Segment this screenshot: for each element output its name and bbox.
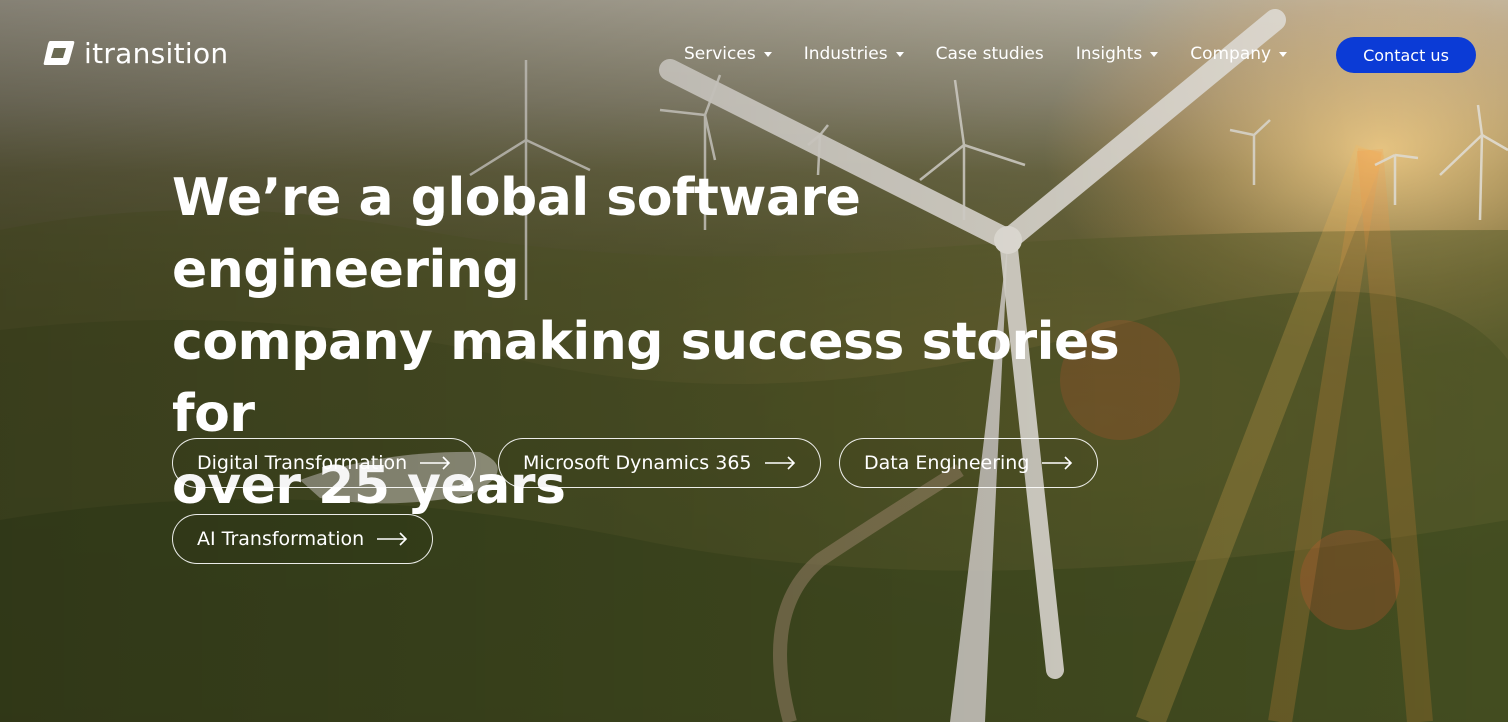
pill-digital-transformation[interactable]: Digital Transformation	[172, 438, 477, 488]
arrow-right-icon	[420, 456, 451, 470]
nav-item-case-studies[interactable]: Case studies	[936, 44, 1044, 64]
main-nav: Services Industries Case studies Insight…	[684, 40, 1319, 68]
pill-label: Data Engineering	[864, 452, 1030, 474]
headline-line: company making success stories for	[172, 312, 1120, 444]
nav-item-label: Company	[1190, 44, 1272, 64]
logo[interactable]: itransition	[42, 34, 228, 72]
arrow-right-icon	[764, 456, 795, 470]
logo-mark-icon	[43, 41, 75, 65]
pill-microsoft-dynamics-365[interactable]: Microsoft Dynamics 365	[498, 438, 821, 488]
logo-text: itransition	[84, 36, 229, 70]
nav-item-label: Case studies	[935, 44, 1044, 64]
nav-item-label: Industries	[803, 44, 888, 64]
contact-us-button[interactable]: Contact us	[1336, 37, 1476, 73]
chevron-down-icon	[895, 51, 904, 57]
chevron-down-icon	[1279, 51, 1288, 57]
pill-data-engineering[interactable]: Data Engineering	[839, 438, 1099, 488]
headline-line: We’re a global software engineering	[172, 168, 861, 300]
arrow-right-icon	[1042, 456, 1073, 470]
arrow-right-icon	[377, 532, 408, 546]
site-header: itransition Services Industries Case stu…	[0, 0, 1508, 108]
pill-label: Microsoft Dynamics 365	[523, 452, 752, 474]
nav-item-label: Insights	[1075, 44, 1143, 64]
pill-ai-transformation[interactable]: AI Transformation	[172, 514, 434, 564]
chevron-down-icon	[763, 51, 772, 57]
nav-item-company[interactable]: Company	[1190, 44, 1288, 64]
pill-label: AI Transformation	[197, 528, 365, 550]
chevron-down-icon	[1150, 51, 1159, 57]
hero-section: itransition Services Industries Case stu…	[0, 0, 1508, 722]
nav-item-services[interactable]: Services	[684, 44, 772, 64]
nav-item-industries[interactable]: Industries	[804, 44, 904, 64]
pill-label: Digital Transformation	[197, 452, 408, 474]
nav-item-insights[interactable]: Insights	[1075, 44, 1159, 64]
nav-item-label: Services	[684, 44, 756, 64]
